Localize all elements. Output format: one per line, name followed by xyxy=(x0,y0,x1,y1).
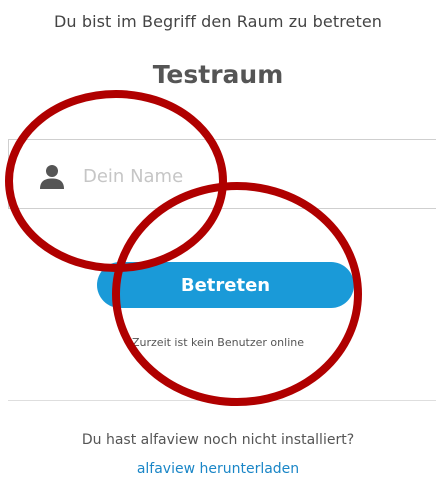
divider xyxy=(8,400,436,401)
name-input[interactable] xyxy=(83,160,413,192)
not-installed-text: Du hast alfaview noch nicht installiert? xyxy=(81,432,355,448)
download-link[interactable]: alfaview herunterladen xyxy=(0,461,436,477)
online-status-text: Zurzeit ist kein Benutzer online xyxy=(132,336,304,349)
join-button[interactable]: Betreten xyxy=(97,262,354,308)
intro-text: Du bist im Begriff den Raum zu betreten xyxy=(53,12,383,31)
room-title: Testraum xyxy=(152,60,284,89)
user-icon xyxy=(40,165,64,189)
name-field[interactable] xyxy=(8,139,436,209)
